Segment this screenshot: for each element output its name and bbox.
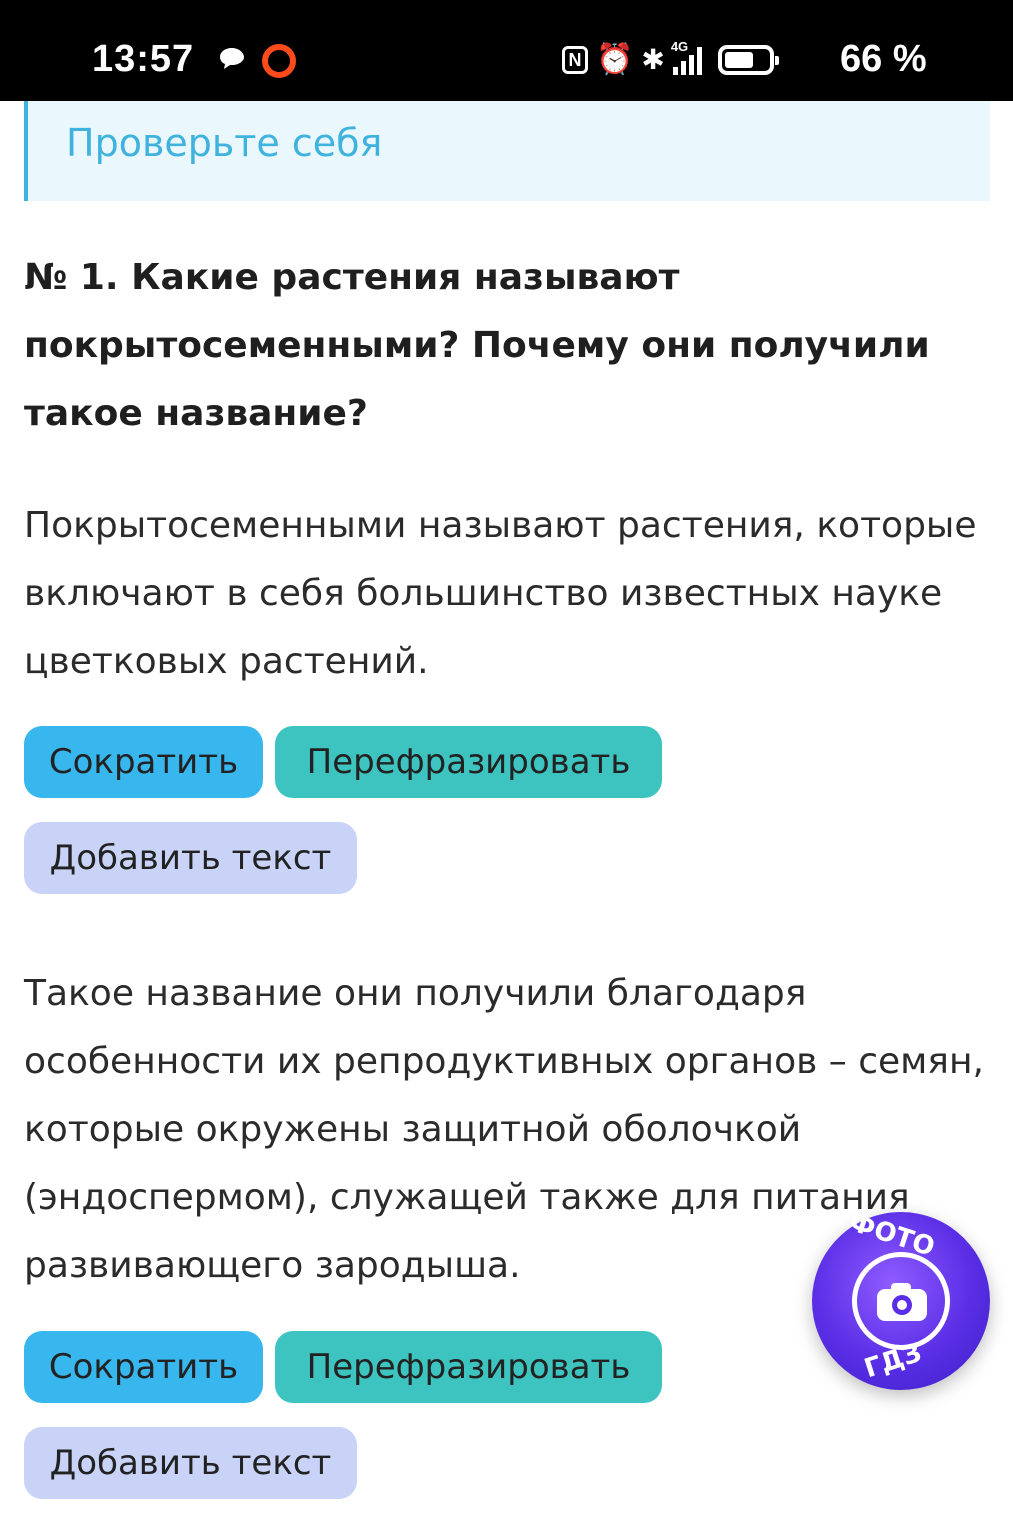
add-text-button-2[interactable]: Добавить текст <box>24 1427 357 1499</box>
rephrase-button-1[interactable]: Перефразировать <box>275 726 662 798</box>
add-text-button-1[interactable]: Добавить текст <box>24 822 357 894</box>
recording-dot-icon <box>262 44 296 78</box>
answer-paragraph-1: Покрытосеменными называют растения, кото… <box>24 505 977 682</box>
signal-icon: 4G <box>671 39 702 75</box>
photo-button-ring <box>852 1252 950 1350</box>
bluetooth-icon: ✱ <box>641 43 665 76</box>
photo-button-bottom-label: ГДЗ <box>860 1337 926 1385</box>
status-time: 13:57 <box>92 38 195 80</box>
camera-icon <box>875 1281 929 1327</box>
check-yourself-title: Проверьте себя <box>66 121 383 165</box>
battery-icon <box>717 45 779 75</box>
rephrase-button-2[interactable]: Перефразировать <box>275 1331 662 1403</box>
nfc-icon: N <box>562 46 588 74</box>
shorten-button-2[interactable]: Сократить <box>24 1331 263 1403</box>
photo-gdz-button[interactable]: ФОТО ГДЗ <box>812 1207 990 1390</box>
battery-percent: 66 % <box>840 38 927 80</box>
check-yourself-banner[interactable]: Проверьте себя <box>24 101 990 201</box>
status-bar: 13:57 N ⏰ ✱ 4G 66 % <box>0 0 1013 101</box>
status-icons: N ⏰ ✱ 4G <box>562 39 779 80</box>
chat-bubble-icon <box>218 46 246 76</box>
alarm-icon: ⏰ <box>596 42 634 77</box>
question-heading: № 1. Какие растения называют покрытосеме… <box>24 257 930 434</box>
shorten-button-1[interactable]: Сократить <box>24 726 263 798</box>
battery-fill <box>724 52 753 68</box>
network-type: 4G <box>670 39 689 54</box>
